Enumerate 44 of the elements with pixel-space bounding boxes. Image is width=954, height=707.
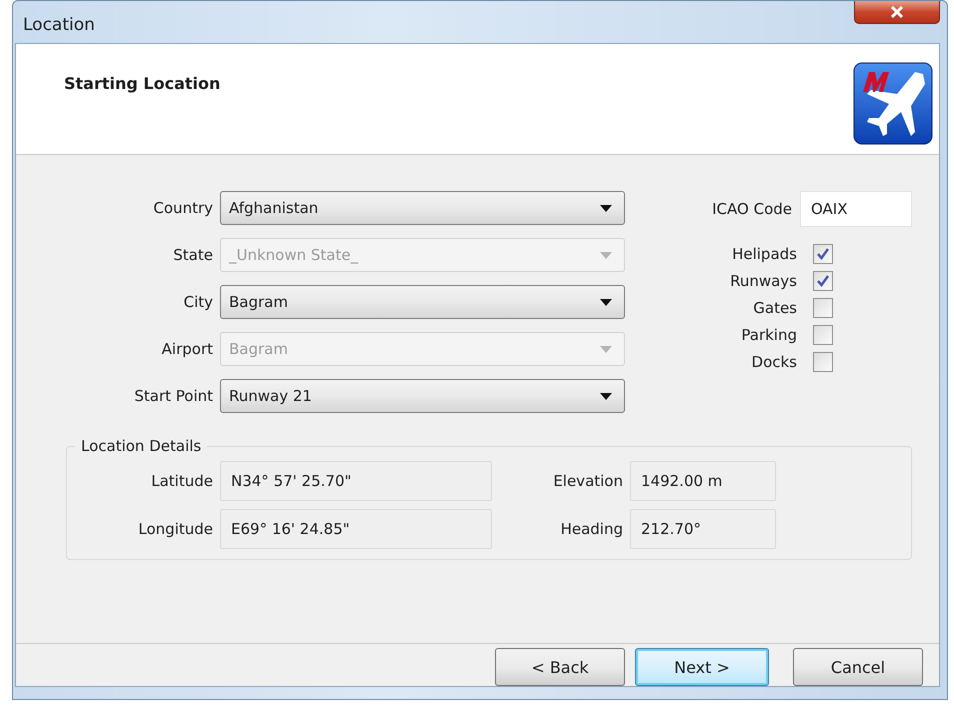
- checkbox[interactable]: [813, 244, 833, 264]
- close-button[interactable]: [854, 1, 940, 24]
- dropdown[interactable]: Afghanistan: [220, 191, 625, 225]
- group-title: Location Details: [80, 437, 202, 455]
- readonly-field: 1492.00 m: [630, 461, 776, 501]
- dropdown-arrow-icon: [600, 298, 612, 306]
- readonly-field: E69° 16' 24.85": [220, 509, 492, 549]
- window-title: Location: [23, 15, 95, 35]
- field-label: Longitude: [137, 520, 213, 538]
- field-label: Country: [152, 199, 213, 217]
- field-label: Heading: [560, 520, 623, 538]
- check-icon: [817, 248, 829, 260]
- checkbox-label: Gates: [752, 299, 797, 317]
- field-label: Airport: [160, 340, 213, 358]
- checkbox[interactable]: [813, 325, 833, 345]
- checkbox[interactable]: [813, 298, 833, 318]
- checkbox-label: Docks: [750, 353, 797, 371]
- dropdown-arrow-icon: [600, 252, 612, 258]
- readonly-field: N34° 57' 25.70": [220, 461, 492, 501]
- checkbox-label: Helipads: [731, 245, 797, 263]
- dialog-button[interactable]: < Back: [495, 648, 625, 686]
- dropdown[interactable]: Runway 21: [220, 379, 625, 413]
- checkbox[interactable]: [813, 271, 833, 291]
- page-heading: Starting Location: [64, 74, 220, 95]
- dropdown-arrow-icon: [600, 346, 612, 352]
- readonly-field: 212.70°: [630, 509, 776, 549]
- field-label: City: [182, 293, 213, 311]
- close-icon: [890, 6, 904, 18]
- checkbox[interactable]: [813, 352, 833, 372]
- dropdown-arrow-icon: [600, 204, 612, 212]
- field-label: Latitude: [150, 472, 213, 490]
- field-label: State: [172, 246, 213, 264]
- field-label: Start Point: [133, 387, 213, 405]
- dropdown[interactable]: Bagram: [220, 285, 625, 319]
- dropdown-arrow-icon: [600, 392, 612, 400]
- dialog-button[interactable]: Next >: [635, 648, 769, 686]
- checkbox-label: Parking: [740, 326, 797, 344]
- field-label: ICAO Code: [712, 200, 792, 218]
- field-label: Elevation: [552, 472, 623, 490]
- dialog-button[interactable]: Cancel: [793, 648, 923, 686]
- airplane-logo-icon: [853, 62, 933, 145]
- check-icon: [817, 275, 829, 287]
- checkbox-label: Runways: [730, 272, 797, 290]
- input-field[interactable]: OAIX: [800, 191, 912, 227]
